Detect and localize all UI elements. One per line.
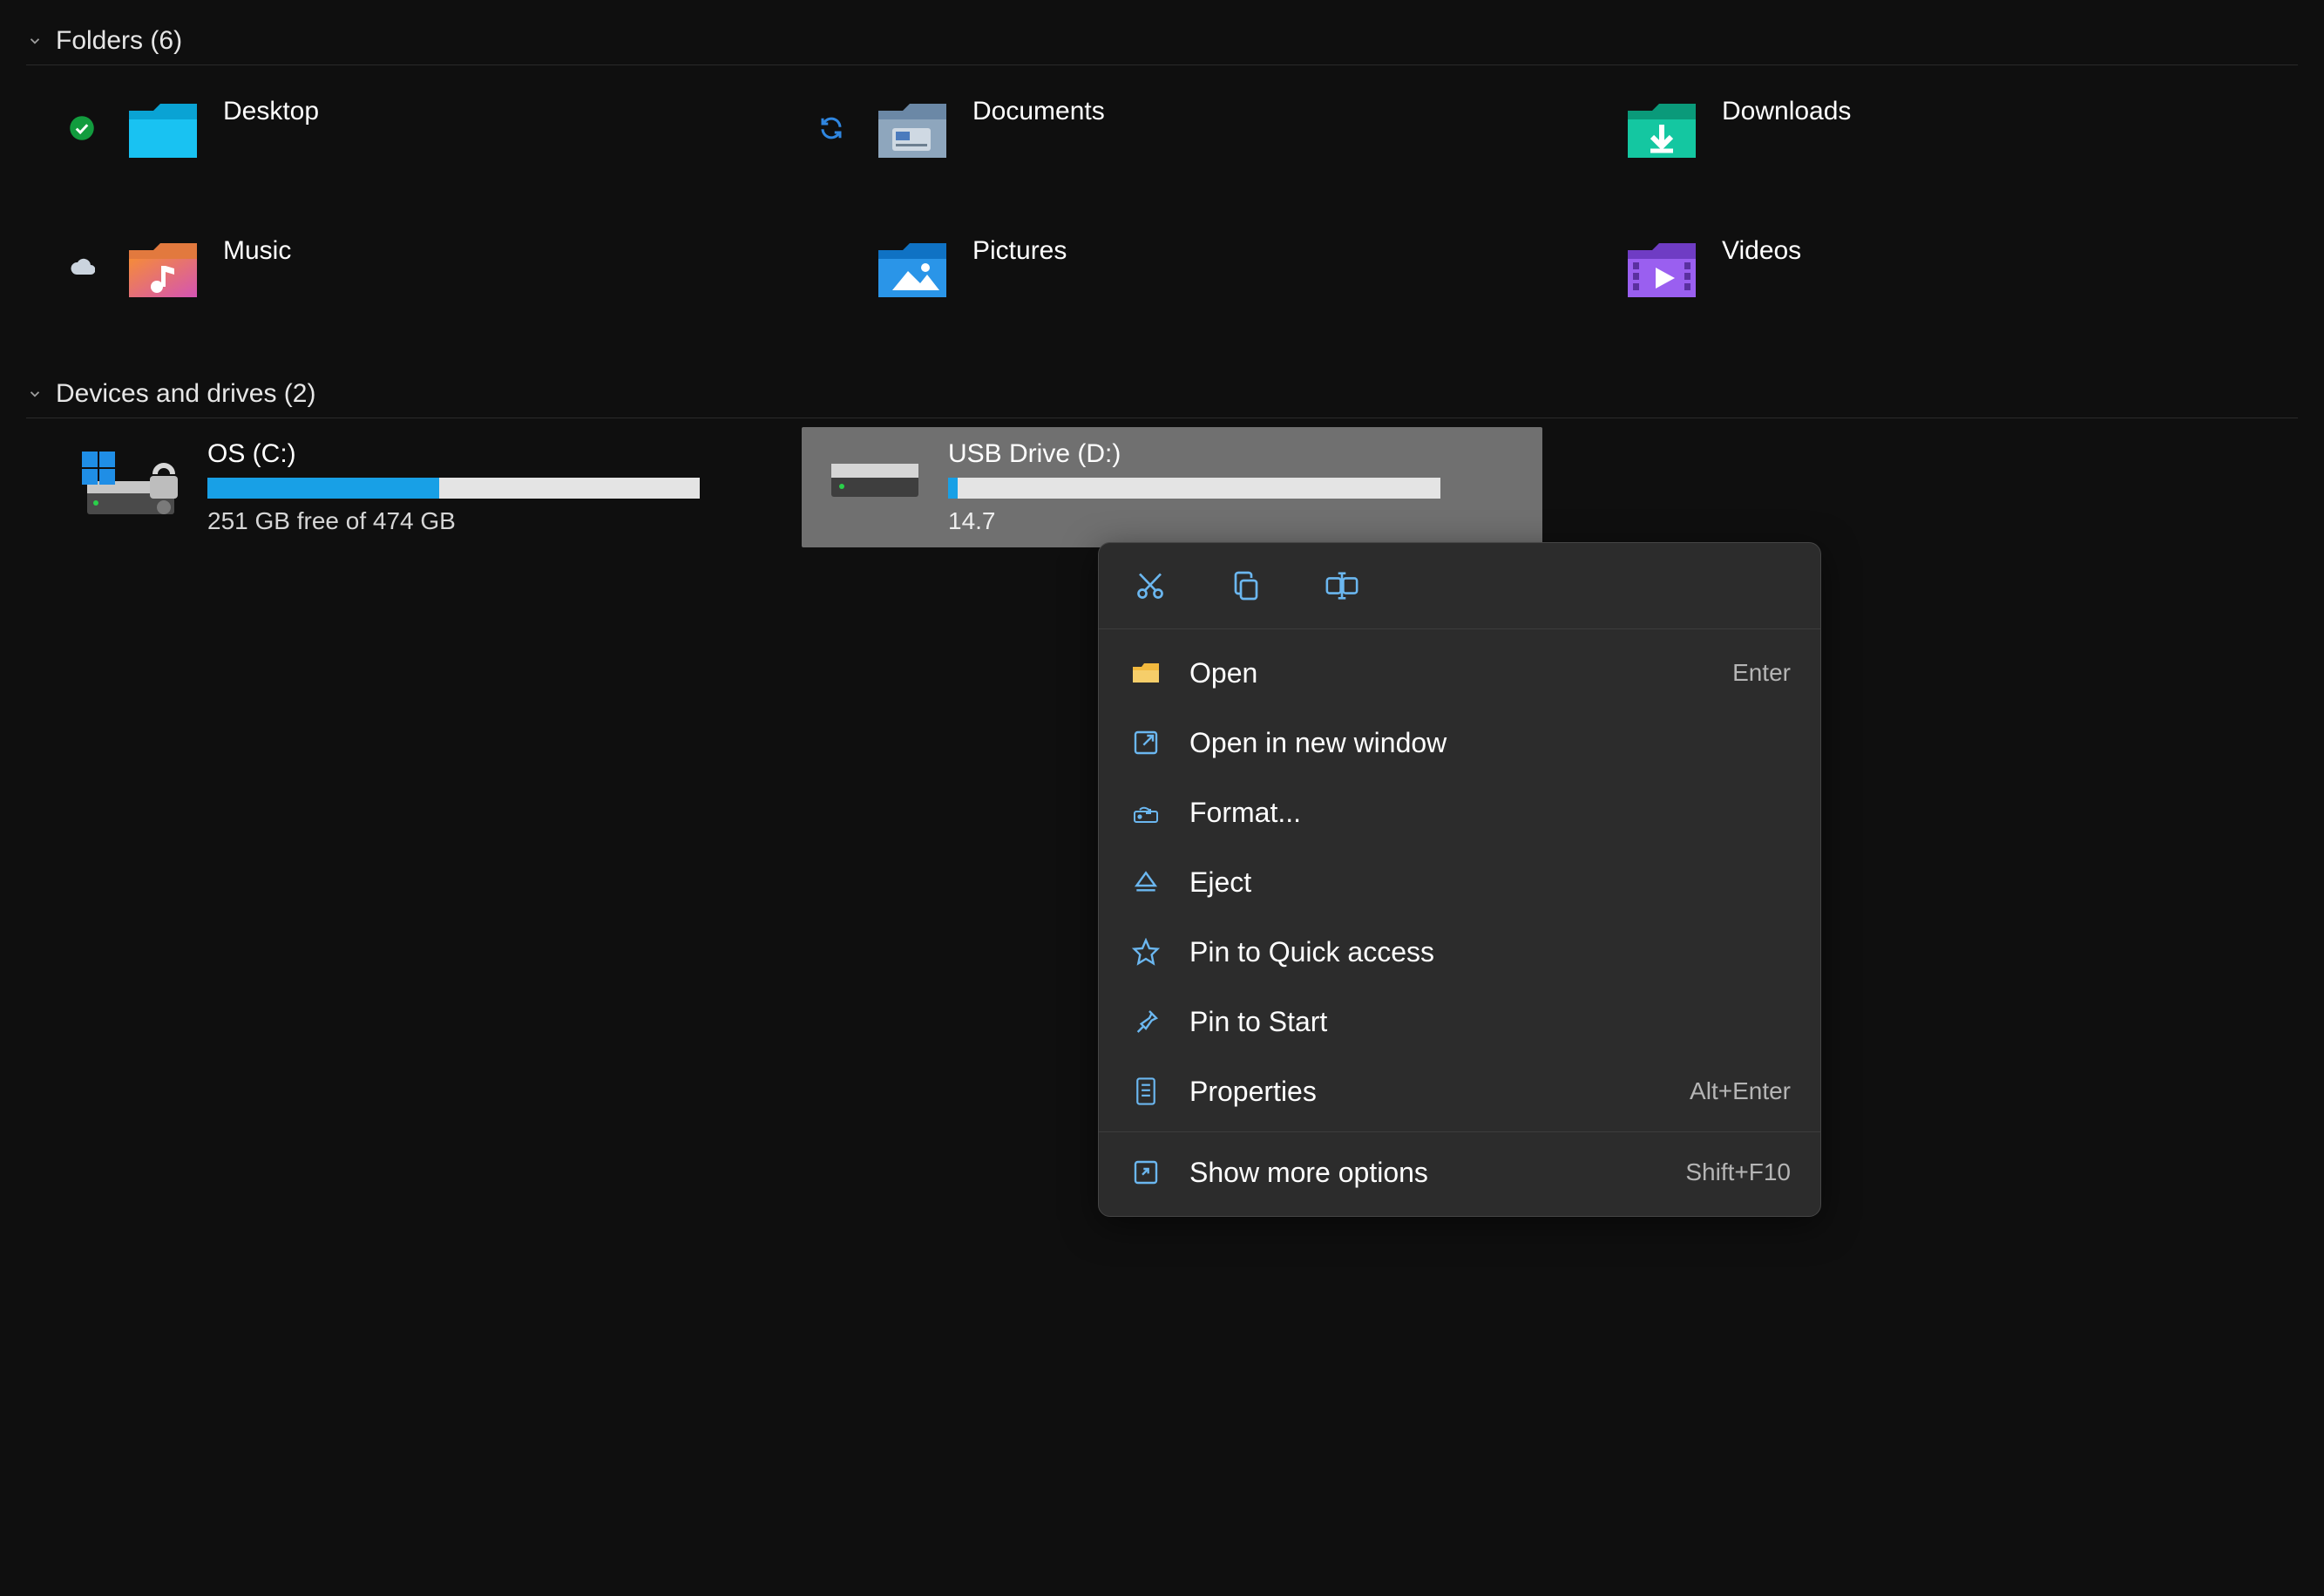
cloud-icon [61, 247, 103, 289]
folder-label: Downloads [1722, 92, 1851, 126]
os-drive-icon [73, 439, 186, 521]
ctx-shortcut: Alt+Enter [1690, 1077, 1791, 1105]
format-icon [1128, 795, 1163, 830]
drive-free-text: 251 GB free of 474 GB [207, 507, 789, 535]
new-window-icon [1128, 725, 1163, 760]
eject-icon [1128, 865, 1163, 900]
status-none [1560, 247, 1602, 289]
separator [1099, 1131, 1820, 1132]
music-folder-icon [124, 231, 202, 309]
ctx-label: Open in new window [1189, 727, 1765, 759]
documents-folder-icon [873, 92, 952, 170]
ctx-label: Open [1189, 657, 1706, 689]
folder-item-pictures[interactable]: Pictures [810, 231, 1560, 318]
folder-label: Music [223, 231, 291, 266]
folder-item-music[interactable]: Music [61, 231, 810, 318]
drives-section-title: Devices and drives [56, 379, 276, 408]
status-none [810, 247, 852, 289]
drive-name: USB Drive (D:) [948, 439, 1530, 469]
context-menu: Open Enter Open in new window Format... … [1098, 542, 1821, 1217]
usb-drive-icon [814, 439, 927, 504]
folder-label: Videos [1722, 231, 1801, 266]
ctx-shortcut: Enter [1732, 659, 1791, 687]
folder-item-videos[interactable]: Videos [1560, 231, 2309, 318]
folder-label: Documents [972, 92, 1105, 126]
folder-item-downloads[interactable]: Downloads [1560, 92, 2309, 179]
ctx-open[interactable]: Open Enter [1099, 638, 1820, 708]
videos-folder-icon [1623, 231, 1701, 309]
ctx-label: Pin to Start [1189, 1006, 1765, 1038]
folders-grid: Desktop Documents Downloads [61, 92, 2298, 318]
open-icon [1128, 655, 1163, 690]
drive-capacity-bar [207, 478, 700, 499]
status-none [1560, 107, 1602, 149]
sync-check-icon [61, 107, 103, 149]
folder-item-desktop[interactable]: Desktop [61, 92, 810, 179]
drive-free-text: 14.7 [948, 507, 1530, 535]
cut-icon[interactable] [1128, 564, 1172, 608]
chevron-down-icon [26, 32, 44, 50]
rename-icon[interactable] [1320, 564, 1364, 608]
ctx-pin-start[interactable]: Pin to Start [1099, 987, 1820, 1056]
folder-icon [124, 92, 202, 170]
pictures-folder-icon [873, 231, 952, 309]
folder-label: Desktop [223, 92, 319, 126]
ctx-properties[interactable]: Properties Alt+Enter [1099, 1056, 1820, 1126]
ctx-shortcut: Shift+F10 [1685, 1158, 1791, 1186]
more-icon [1128, 1155, 1163, 1190]
ctx-label: Pin to Quick access [1189, 936, 1765, 968]
ctx-label: Format... [1189, 797, 1765, 829]
folder-item-documents[interactable]: Documents [810, 92, 1560, 179]
ctx-label: Properties [1189, 1076, 1663, 1108]
properties-icon [1128, 1074, 1163, 1109]
ctx-label: Show more options [1189, 1157, 1659, 1189]
drive-name: OS (C:) [207, 439, 789, 469]
folders-section-count: (6) [150, 26, 182, 55]
pin-icon [1128, 1004, 1163, 1039]
drive-item-c[interactable]: OS (C:) 251 GB free of 474 GB [61, 427, 802, 547]
downloads-folder-icon [1623, 92, 1701, 170]
ctx-label: Eject [1189, 866, 1765, 899]
drives-section-count: (2) [284, 379, 316, 408]
star-icon [1128, 934, 1163, 969]
folders-section-header[interactable]: Folders (6) [26, 17, 2298, 65]
sync-refresh-icon [810, 107, 852, 149]
drive-item-d[interactable]: USB Drive (D:) 14.7 [802, 427, 1542, 547]
chevron-down-icon [26, 385, 44, 403]
folder-label: Pictures [972, 231, 1067, 266]
ctx-show-more[interactable]: Show more options Shift+F10 [1099, 1138, 1820, 1207]
folders-section-title: Folders [56, 26, 143, 55]
ctx-eject[interactable]: Eject [1099, 847, 1820, 917]
drive-capacity-bar [948, 478, 1440, 499]
copy-icon[interactable] [1224, 564, 1268, 608]
ctx-pin-quick-access[interactable]: Pin to Quick access [1099, 917, 1820, 987]
ctx-format[interactable]: Format... [1099, 778, 1820, 847]
ctx-open-new-window[interactable]: Open in new window [1099, 708, 1820, 778]
drives-section-header[interactable]: Devices and drives (2) [26, 370, 2298, 418]
